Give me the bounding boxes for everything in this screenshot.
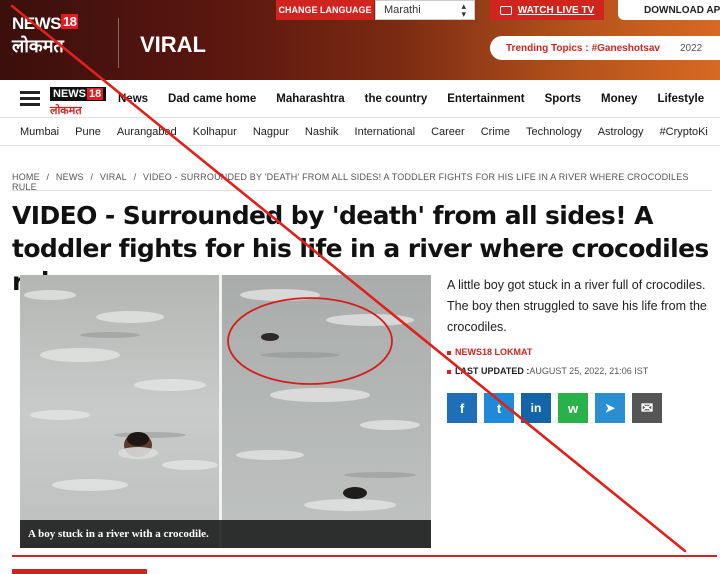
source-label: NEWS18 LOKMAT bbox=[455, 347, 533, 357]
breadcrumb-viral[interactable]: VIRAL bbox=[100, 172, 127, 182]
nav-item-the-country[interactable]: the country bbox=[365, 93, 428, 105]
image-caption: A boy stuck in a river with a crocodile. bbox=[20, 520, 431, 548]
watch-live-label: WATCH LIVE TV bbox=[517, 4, 595, 16]
sub-nav: Mumbai Pune Aurangabad Kolhapur Nagpur N… bbox=[0, 118, 720, 146]
trending-tag-link[interactable]: #Ganeshotsav bbox=[592, 43, 660, 54]
share-buttons: f t in w ➤ ✉ bbox=[447, 393, 662, 423]
breadcrumb-separator: / bbox=[133, 172, 137, 182]
nav-logo-subtext: लोकमत bbox=[50, 105, 82, 117]
section-title: VIRAL bbox=[140, 32, 206, 57]
logo-text-bottom: लोकमत bbox=[12, 36, 64, 56]
nav-logo-text: NEWS bbox=[53, 88, 86, 100]
logo-number: 18 bbox=[61, 14, 79, 29]
subnav-item-nagpur[interactable]: Nagpur bbox=[253, 126, 289, 138]
download-app-label: DOWNLOAD APP bbox=[644, 4, 720, 16]
trending-year-link[interactable]: 2022 bbox=[680, 43, 702, 54]
nav-item-entertainment[interactable]: Entertainment bbox=[447, 93, 524, 105]
telegram-icon[interactable]: ➤ bbox=[595, 393, 625, 423]
mail-icon[interactable]: ✉ bbox=[632, 393, 662, 423]
breadcrumb: HOME / NEWS / VIRAL / VIDEO - SURROUNDED… bbox=[12, 172, 720, 192]
nav-item-lifestyle[interactable]: Lifestyle bbox=[657, 93, 704, 105]
updown-arrow-icon: ▴ ▾ bbox=[461, 1, 466, 19]
nav-item-maharashtra[interactable]: Maharashtra bbox=[276, 93, 344, 105]
nav-logo-number: 18 bbox=[87, 88, 104, 100]
article-summary: A little boy got stuck in a river full o… bbox=[447, 278, 707, 334]
section-accent-bar bbox=[12, 569, 147, 574]
trending-label: Trending Topics : bbox=[506, 42, 589, 54]
divider bbox=[12, 190, 712, 191]
trending-topics: Trending Topics : #Ganeshotsav 2022 bbox=[490, 36, 720, 60]
tv-icon bbox=[499, 5, 512, 15]
subnav-item-cryptokingdom[interactable]: #CryptoKi bbox=[660, 126, 708, 138]
subnav-item-pune[interactable]: Pune bbox=[75, 126, 101, 138]
language-value: Marathi bbox=[384, 4, 421, 16]
breadcrumb-separator: / bbox=[90, 172, 94, 182]
section-divider bbox=[12, 555, 717, 557]
language-select[interactable]: Marathi ▴ ▾ bbox=[375, 0, 475, 20]
nav-item-sports[interactable]: Sports bbox=[545, 93, 581, 105]
subnav-item-nashik[interactable]: Nashik bbox=[305, 126, 339, 138]
subnav-item-career[interactable]: Career bbox=[431, 126, 465, 138]
nav-item-news[interactable]: News bbox=[118, 93, 148, 105]
nav-item-dad-came-home[interactable]: Dad came home bbox=[168, 93, 256, 105]
main-nav: NEWS 18 लोकमत News Dad came home Maharash… bbox=[0, 80, 720, 118]
breadcrumb-separator: / bbox=[46, 172, 50, 182]
facebook-icon[interactable]: f bbox=[447, 393, 477, 423]
subnav-item-astrology[interactable]: Astrology bbox=[598, 126, 644, 138]
header-divider bbox=[118, 18, 119, 68]
watch-live-button[interactable]: WATCH LIVE TV bbox=[490, 0, 604, 20]
main-nav-links: News Dad came home Maharashtra the count… bbox=[118, 80, 720, 118]
subnav-item-mumbai[interactable]: Mumbai bbox=[20, 126, 59, 138]
breadcrumb-news[interactable]: NEWS bbox=[56, 172, 84, 182]
linkedin-icon[interactable]: in bbox=[521, 393, 551, 423]
subnav-item-crime[interactable]: Crime bbox=[481, 126, 510, 138]
updated-label: LAST UPDATED : bbox=[455, 366, 530, 376]
subnav-item-technology[interactable]: Technology bbox=[526, 126, 582, 138]
breadcrumb-home[interactable]: HOME bbox=[12, 172, 40, 182]
nav-logo[interactable]: NEWS 18 लोकमत bbox=[50, 84, 107, 117]
river-scene-image bbox=[20, 275, 431, 548]
twitter-icon[interactable]: t bbox=[484, 393, 514, 423]
subnav-item-aurangabad[interactable]: Aurangabad bbox=[117, 126, 177, 138]
hamburger-menu-icon[interactable] bbox=[20, 91, 40, 106]
article-source[interactable]: NEWS18 LOKMAT bbox=[447, 347, 532, 357]
nav-item-money[interactable]: Money bbox=[601, 93, 637, 105]
download-app-button[interactable]: DOWNLOAD APP bbox=[618, 0, 720, 20]
site-logo[interactable]: NEWS 18 लोकमत bbox=[12, 14, 102, 64]
updated-value: AUGUST 25, 2022, 21:06 IST bbox=[529, 366, 649, 376]
bullet-icon bbox=[447, 369, 451, 374]
bullet-icon bbox=[447, 350, 451, 355]
subnav-item-kolhapur[interactable]: Kolhapur bbox=[193, 126, 237, 138]
change-language-label: CHANGE LANGUAGE bbox=[276, 0, 374, 20]
article-image[interactable] bbox=[20, 275, 431, 548]
subnav-item-international[interactable]: International bbox=[355, 126, 416, 138]
last-updated: LAST UPDATED :AUGUST 25, 2022, 21:06 IST bbox=[447, 366, 648, 376]
logo-text-top: NEWS bbox=[12, 14, 62, 33]
whatsapp-icon[interactable]: w bbox=[558, 393, 588, 423]
